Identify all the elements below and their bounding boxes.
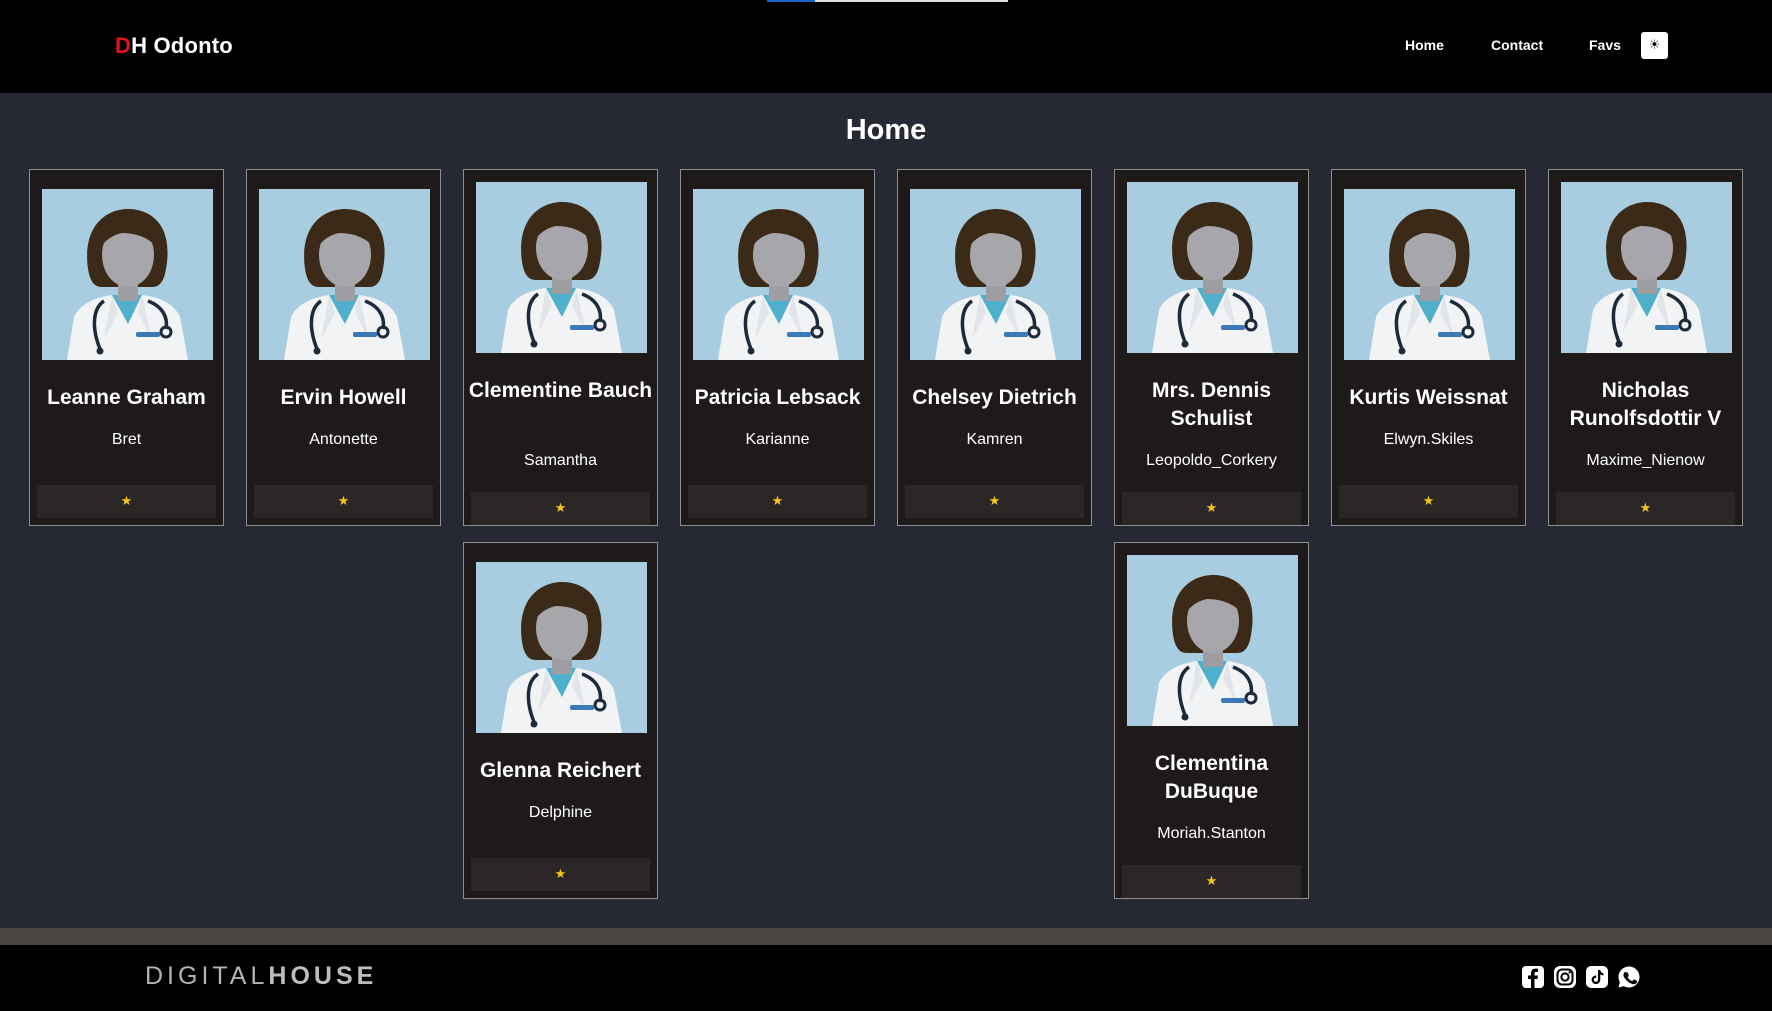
dentist-name: Patricia Lebsack <box>694 386 861 409</box>
dentist-username: Karianne <box>745 431 810 448</box>
favorite-button[interactable]: ★ <box>905 485 1084 518</box>
dentist-username: Samantha <box>524 452 597 469</box>
doctor-avatar-image <box>42 189 213 360</box>
brand-accent: D <box>115 33 132 58</box>
doctor-avatar-image <box>476 182 647 353</box>
nav-home-link[interactable]: Home <box>1405 37 1444 53</box>
doctor-avatar-image <box>1127 182 1298 353</box>
facebook-icon[interactable] <box>1521 965 1545 989</box>
doctor-avatar-image <box>1561 182 1732 353</box>
dentist-card[interactable]: Patricia Lebsack Karianne ★ <box>680 169 875 526</box>
favorite-button[interactable]: ★ <box>254 485 433 518</box>
favorite-button[interactable]: ★ <box>1339 485 1518 518</box>
digitalhouse-logo: DIGITALHOUSE <box>145 962 377 991</box>
dentist-username: Delphine <box>528 804 593 821</box>
loading-progress-fill <box>767 0 816 2</box>
footer-divider <box>0 928 1772 945</box>
dentist-card[interactable]: Kurtis Weissnat Elwyn.Skiles ★ <box>1331 169 1526 526</box>
star-icon: ★ <box>337 494 350 509</box>
star-icon: ★ <box>1205 501 1218 516</box>
dentist-card[interactable]: Glenna Reichert Delphine ★ <box>463 542 658 899</box>
sun-icon: ☀ <box>1648 38 1661 53</box>
top-navbar: DH Odonto Home Contact Favs ☀ <box>0 0 1772 93</box>
doctor-avatar-image <box>1344 189 1515 360</box>
dentist-name: Glenna Reichert <box>479 759 642 782</box>
dentist-username: Elwyn.Skiles <box>1383 431 1474 448</box>
dentist-card[interactable]: Clementine Bauch Samantha ★ <box>463 169 658 526</box>
dentist-card[interactable]: Ervin Howell Antonette ★ <box>246 169 441 526</box>
dentist-username: Leopoldo_Corkery <box>1146 452 1277 469</box>
nav-contact-link[interactable]: Contact <box>1491 37 1543 53</box>
dentist-name: Clementina DuBuque <box>1154 752 1269 803</box>
favorite-button[interactable]: ★ <box>1122 865 1301 898</box>
star-icon: ★ <box>554 867 567 882</box>
doctor-avatar-image <box>910 189 1081 360</box>
favorite-button[interactable]: ★ <box>1556 492 1735 525</box>
dentist-card[interactable]: Chelsey Dietrich Kamren ★ <box>897 169 1092 526</box>
nav-favs-link[interactable]: Favs <box>1589 37 1621 53</box>
dentist-username: Bret <box>111 431 142 448</box>
dentist-name: Clementine Bauch <box>468 379 653 402</box>
favorite-button[interactable]: ★ <box>688 485 867 518</box>
star-icon: ★ <box>1205 874 1218 889</box>
dentist-card[interactable]: Nicholas Runolfsdottir V Maxime_Nienow ★ <box>1548 169 1743 526</box>
favorite-button[interactable]: ★ <box>471 492 650 525</box>
dentist-name: Leanne Graham <box>47 386 206 409</box>
tiktok-icon[interactable] <box>1585 965 1609 989</box>
doctor-avatar-image <box>476 562 647 733</box>
star-icon: ★ <box>771 494 784 509</box>
brand-logo[interactable]: DH Odonto <box>115 33 233 59</box>
page-title: Home <box>845 114 927 146</box>
dentist-name: Nicholas Runolfsdottir V <box>1569 379 1722 430</box>
theme-toggle-button[interactable]: ☀ <box>1641 32 1668 59</box>
dentist-card[interactable]: Leanne Graham Bret ★ <box>29 169 224 526</box>
doctor-avatar-image <box>259 189 430 360</box>
whatsapp-icon[interactable] <box>1617 965 1641 989</box>
dentist-name: Ervin Howell <box>280 386 407 409</box>
star-icon: ★ <box>554 501 567 516</box>
favorite-button[interactable]: ★ <box>1122 492 1301 525</box>
dentist-username: Moriah.Stanton <box>1157 825 1266 842</box>
dentist-name: Mrs. Dennis Schulist <box>1151 379 1272 430</box>
dentist-name: Chelsey Dietrich <box>912 386 1077 409</box>
dentist-card[interactable]: Clementina DuBuque Moriah.Stanton ★ <box>1114 542 1309 899</box>
logo-light-text: DIGITAL <box>145 962 269 990</box>
dentist-username: Kamren <box>966 431 1023 448</box>
dentist-name: Kurtis Weissnat <box>1349 386 1508 409</box>
dentist-card[interactable]: Mrs. Dennis Schulist Leopoldo_Corkery ★ <box>1114 169 1309 526</box>
logo-bold-text: HOUSE <box>268 962 378 990</box>
footer: DIGITALHOUSE <box>0 945 1772 1011</box>
brand-text: H Odonto <box>131 33 233 58</box>
star-icon: ★ <box>120 494 133 509</box>
doctor-avatar-image <box>1127 555 1298 726</box>
instagram-icon[interactable] <box>1553 965 1577 989</box>
star-icon: ★ <box>1639 501 1652 516</box>
dentist-username: Maxime_Nienow <box>1586 452 1705 469</box>
star-icon: ★ <box>988 494 1001 509</box>
doctor-avatar-image <box>693 189 864 360</box>
favorite-button[interactable]: ★ <box>37 485 216 518</box>
loading-progress-bar <box>767 0 1008 2</box>
favorite-button[interactable]: ★ <box>471 858 650 891</box>
dentist-username: Antonette <box>309 431 378 448</box>
star-icon: ★ <box>1422 494 1435 509</box>
